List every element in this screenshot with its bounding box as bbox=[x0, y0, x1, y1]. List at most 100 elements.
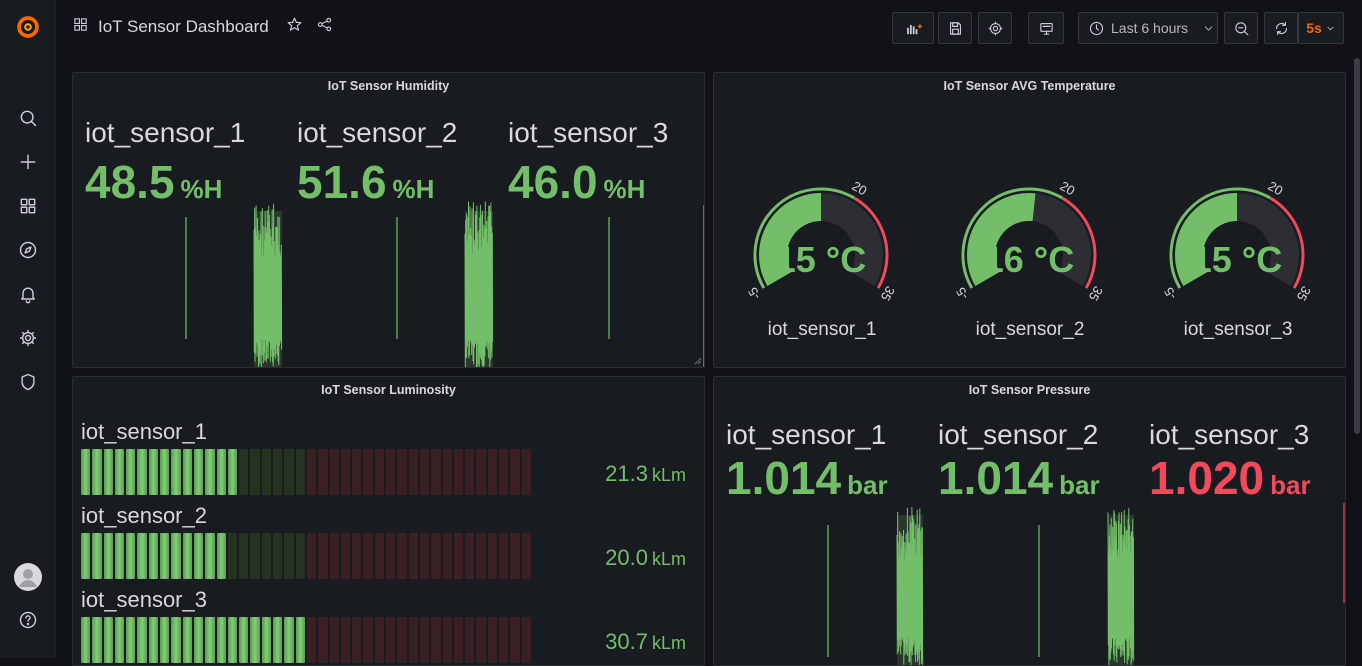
panel-title[interactable]: IoT Sensor Luminosity bbox=[73, 383, 704, 397]
bar-gauge-cell bbox=[273, 533, 283, 579]
add-panel-button[interactable] bbox=[892, 12, 934, 44]
bar-gauge-cell bbox=[510, 617, 520, 663]
bar-gauge-cell bbox=[250, 449, 260, 495]
bar-gauge-cell bbox=[306, 617, 317, 663]
resize-handle-icon[interactable] bbox=[694, 357, 702, 365]
clock-icon bbox=[1089, 21, 1104, 35]
stat-name: iot_sensor_2 bbox=[297, 117, 458, 148]
dashboard-settings-button[interactable] bbox=[978, 12, 1012, 44]
bar-gauge-cell bbox=[92, 533, 102, 579]
search-icon[interactable] bbox=[14, 104, 42, 132]
bar-gauge-cell bbox=[261, 617, 272, 663]
bar-gauge-cell bbox=[476, 617, 486, 663]
refresh-button[interactable] bbox=[1264, 12, 1298, 44]
bar-gauge-cell bbox=[431, 617, 441, 663]
bar-gauge-cell bbox=[148, 449, 159, 495]
star-icon[interactable] bbox=[286, 16, 303, 38]
bar-gauge-cell bbox=[329, 533, 339, 579]
bar-gauge-cell bbox=[114, 617, 125, 663]
chevron-down-icon bbox=[1204, 25, 1213, 31]
bar-gauge-cell bbox=[171, 533, 181, 579]
shield-icon[interactable] bbox=[14, 368, 42, 396]
humidity-panel: IoT Sensor Humidity iot_sensor_1 iot_sen… bbox=[72, 72, 705, 368]
temperature-panel: IoT Sensor AVG Temperature 15 °C -5 20 35 16… bbox=[713, 72, 1346, 368]
luminosity-panel: IoT Sensor Luminosity iot_sensor_1 21.3 k… bbox=[72, 376, 705, 666]
bar-gauge-cell bbox=[171, 617, 181, 663]
refresh-interval-label: 5s bbox=[1306, 20, 1322, 36]
bar-gauge bbox=[81, 533, 531, 579]
page-scrollbar[interactable] bbox=[1354, 58, 1360, 434]
bar-gauge-cell bbox=[340, 533, 351, 579]
stat-value: 51.6 %H bbox=[297, 156, 435, 208]
dashboards-icon[interactable] bbox=[14, 192, 42, 220]
bar-gauge-cell bbox=[465, 449, 475, 495]
bar-gauge-cell bbox=[137, 617, 147, 663]
plus-icon[interactable] bbox=[14, 148, 42, 176]
bar-gauge-cell bbox=[374, 617, 385, 663]
refresh-interval-picker[interactable]: 5s bbox=[1298, 12, 1344, 44]
bar-gauge-cell bbox=[453, 617, 464, 663]
alerting-icon[interactable] bbox=[14, 280, 42, 308]
bar-gauge-cell bbox=[318, 449, 328, 495]
bar-gauge-cell bbox=[160, 449, 170, 495]
bar-gauge-cell bbox=[397, 449, 407, 495]
bar-gauge-cell bbox=[103, 533, 113, 579]
stat-name: iot_sensor_1 bbox=[85, 117, 246, 148]
bar-gauge-cell bbox=[261, 449, 272, 495]
sparkline-fill bbox=[897, 515, 923, 665]
bar-gauge bbox=[81, 449, 531, 495]
bar-gauge-cell bbox=[295, 617, 305, 663]
bar-gauge-cell bbox=[318, 617, 328, 663]
stat-value: 1.014 bar bbox=[938, 452, 1100, 504]
bar-gauge-cell bbox=[442, 533, 452, 579]
bar-gauge-cell bbox=[329, 617, 339, 663]
bar-gauge-cell bbox=[205, 449, 215, 495]
bar-gauge-cell bbox=[114, 533, 125, 579]
pressure-panel: IoT Sensor Pressure iot_sensor_1 iot_sen… bbox=[713, 376, 1346, 666]
bar-gauge-name: iot_sensor_3 bbox=[81, 587, 207, 612]
bar-gauge-cell bbox=[487, 449, 497, 495]
bar-gauge-cell bbox=[81, 617, 91, 663]
bar-gauge-cell bbox=[92, 617, 102, 663]
explore-icon[interactable] bbox=[14, 236, 42, 264]
bar-gauge-cell bbox=[340, 449, 351, 495]
bar-gauge-cell bbox=[182, 533, 192, 579]
dashboard-title[interactable]: IoT Sensor Dashboard bbox=[98, 17, 269, 37]
bar-gauge-cell bbox=[81, 449, 91, 495]
bar-gauge-cell bbox=[465, 533, 475, 579]
bar-gauge-cell bbox=[216, 617, 226, 663]
bar-gauge-cell bbox=[227, 617, 238, 663]
bar-gauge-cell bbox=[148, 617, 159, 663]
stat-value: 46.0 %H bbox=[508, 156, 646, 208]
gauge-tick-label: -5 bbox=[953, 285, 972, 303]
share-icon[interactable] bbox=[316, 16, 333, 38]
bar-gauge-cell bbox=[397, 533, 407, 579]
gauge-value: 15 °C bbox=[1192, 239, 1282, 280]
bar-gauge-cell bbox=[171, 449, 181, 495]
bar-gauge-cell bbox=[239, 617, 249, 663]
bar-gauge-cell bbox=[273, 449, 283, 495]
grafana-logo-icon[interactable] bbox=[14, 13, 42, 41]
bar-gauge-cell bbox=[193, 533, 204, 579]
settings-icon[interactable] bbox=[14, 324, 42, 352]
sparkline-fill bbox=[465, 211, 493, 367]
gauge-tick-label: -5 bbox=[1161, 285, 1180, 303]
bar-gauge-cell bbox=[476, 449, 486, 495]
stat-name: iot_sensor_1 bbox=[726, 419, 887, 450]
bar-gauge-cell bbox=[182, 617, 192, 663]
bar-gauge-cell bbox=[386, 617, 396, 663]
bar-gauge-cell bbox=[419, 533, 430, 579]
avatar[interactable] bbox=[14, 563, 42, 591]
bar-gauge-cell bbox=[273, 617, 283, 663]
bar-gauge-cell bbox=[81, 533, 91, 579]
gauge-label: iot_sensor_2 bbox=[975, 319, 1085, 340]
zoom-out-button[interactable] bbox=[1224, 12, 1258, 44]
save-dashboard-button[interactable] bbox=[938, 12, 972, 44]
help-icon[interactable] bbox=[14, 606, 42, 634]
bar-gauge-cell bbox=[521, 449, 531, 495]
stat-value: 1.020 bar bbox=[1149, 452, 1311, 504]
bar-gauge-cell bbox=[476, 533, 486, 579]
tv-mode-button[interactable] bbox=[1028, 12, 1064, 44]
sidebar bbox=[0, 0, 56, 658]
time-range-picker[interactable]: Last 6 hours bbox=[1078, 12, 1218, 44]
